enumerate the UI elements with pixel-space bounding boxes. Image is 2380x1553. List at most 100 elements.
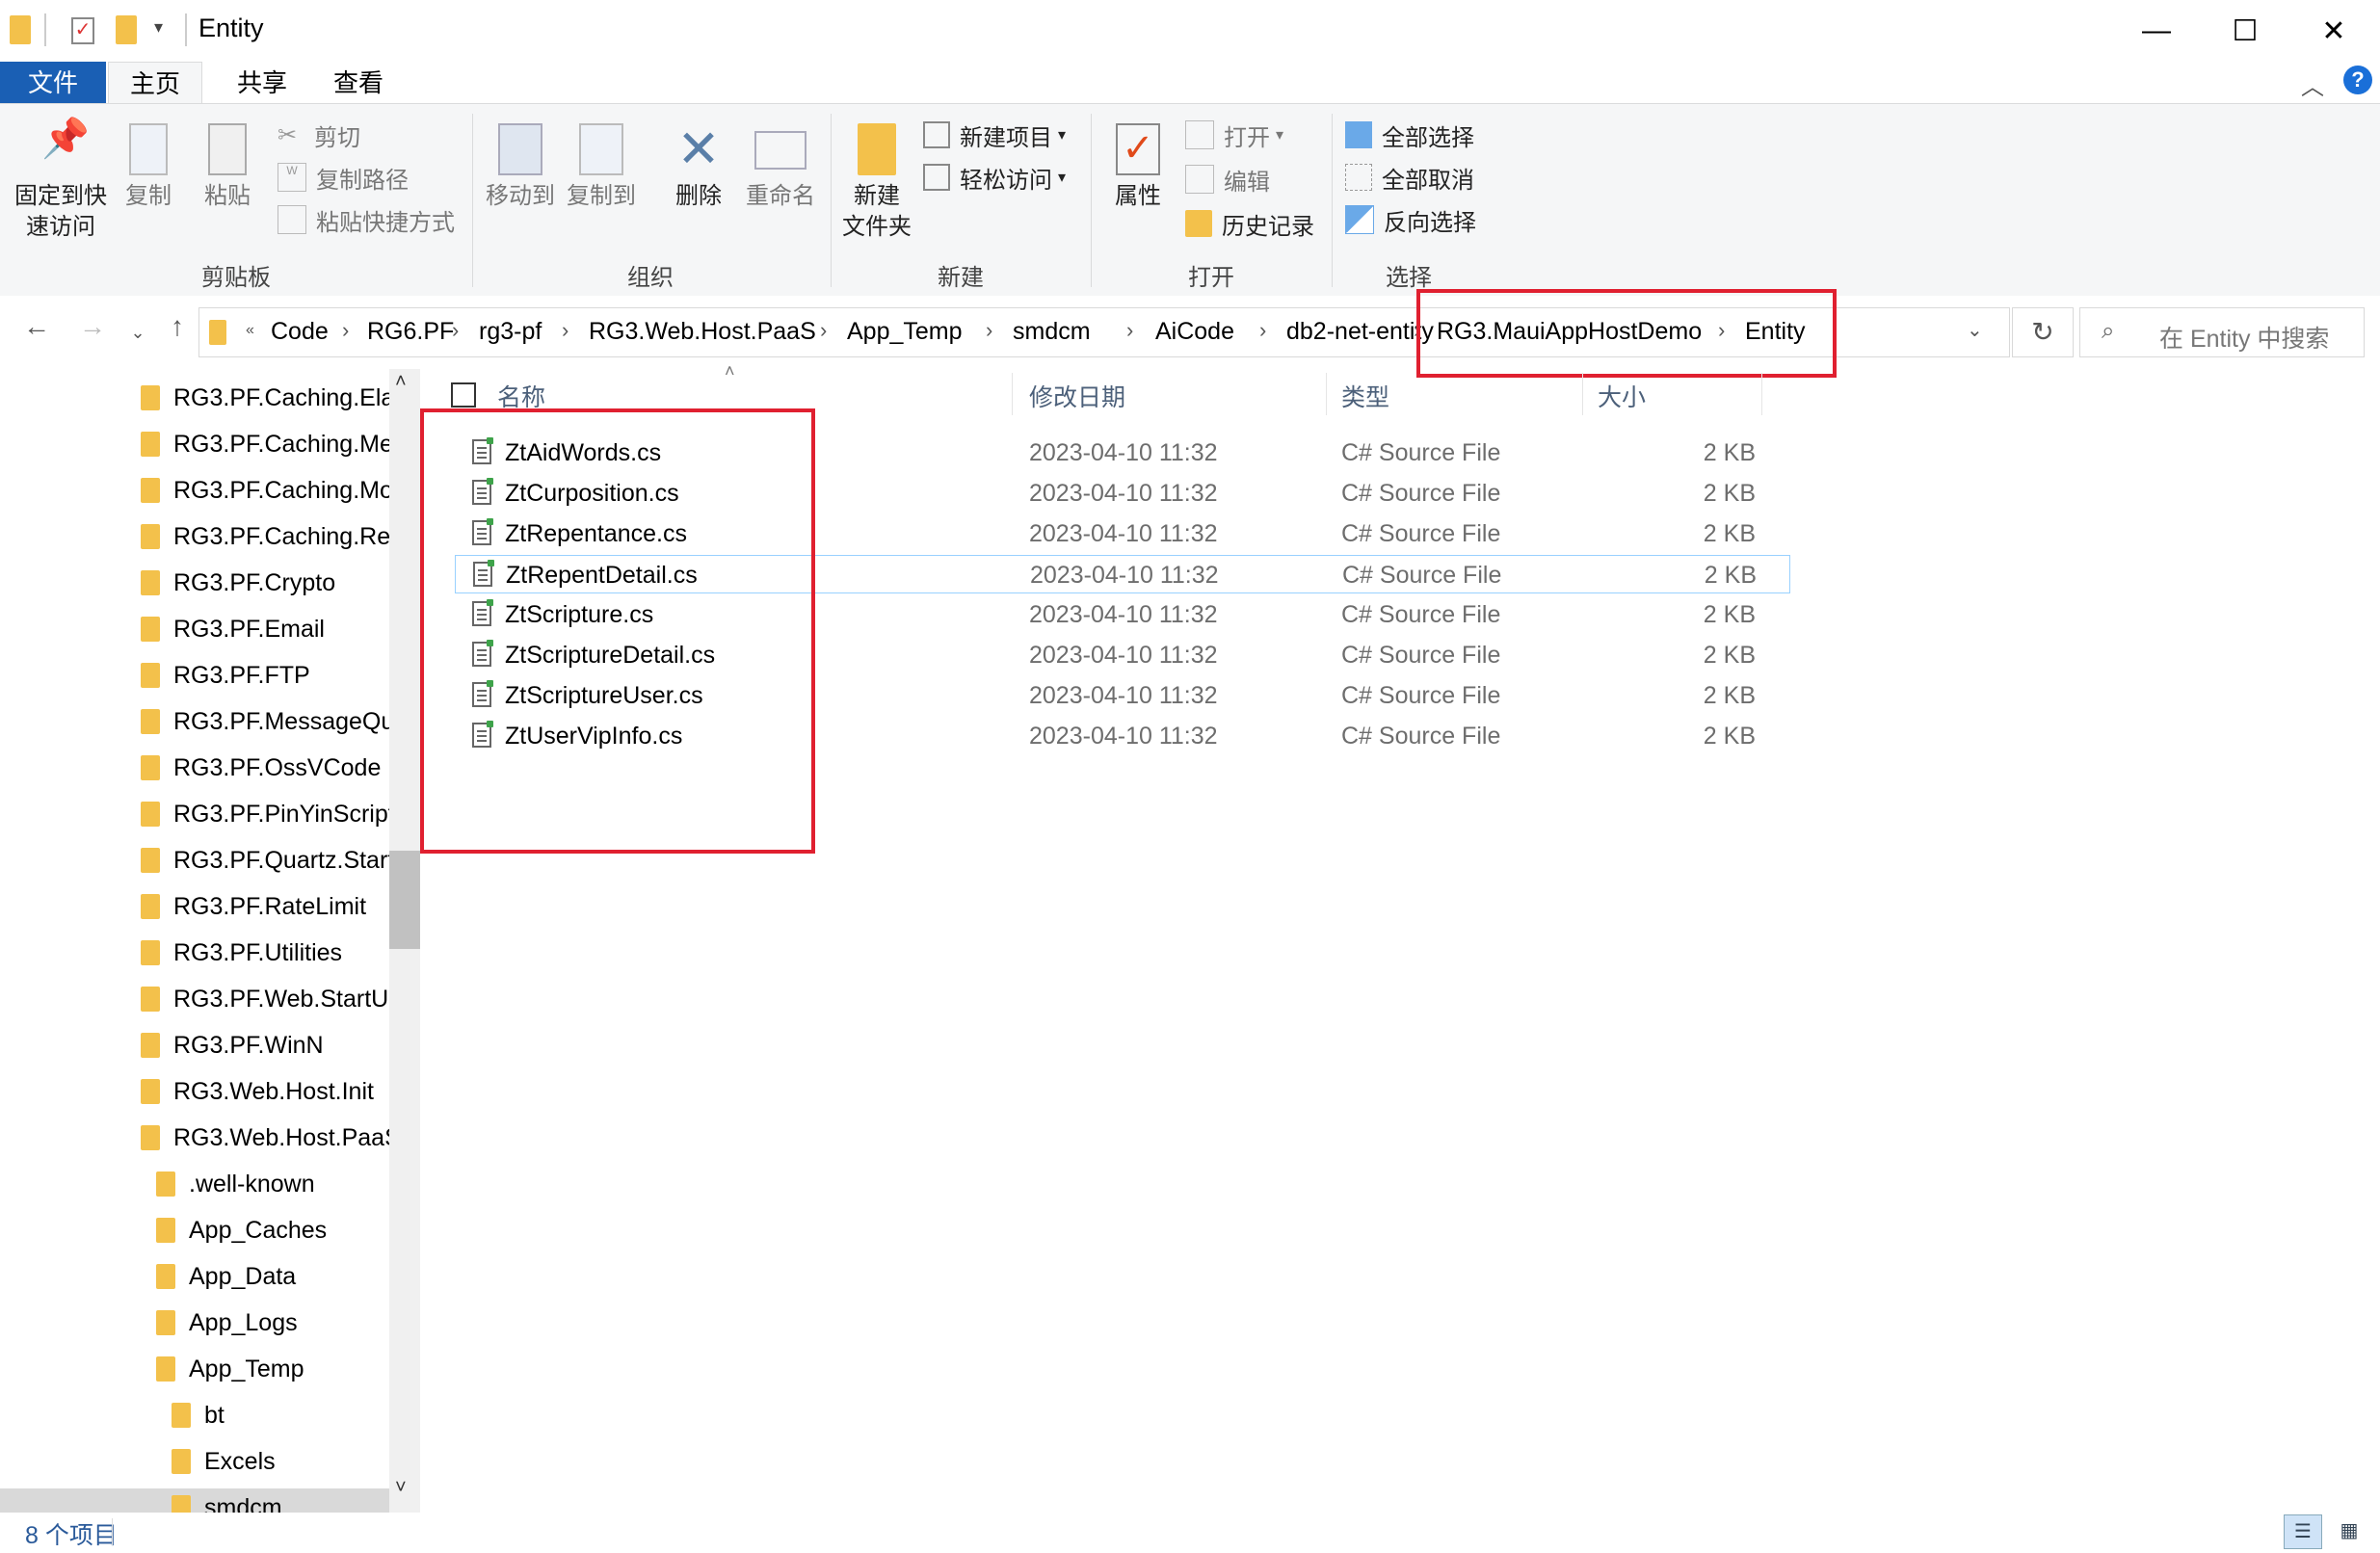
open-button[interactable]: 打开 ▾	[1185, 118, 1283, 152]
folder-icon	[156, 1171, 175, 1197]
edit-button[interactable]: 编辑	[1185, 162, 1270, 197]
tree-item[interactable]: RG3.PF.Caching.Elas	[0, 379, 407, 417]
column-header-type[interactable]: 类型	[1341, 379, 1389, 413]
tab-home[interactable]: 主页	[108, 62, 202, 105]
tree-item[interactable]: smdcm	[0, 1488, 389, 1513]
history-button[interactable]: 历史记录	[1185, 206, 1314, 241]
folder-icon	[141, 478, 160, 503]
tree-item-label: RG3.Web.Host.Init	[173, 1077, 374, 1105]
select-all-checkbox[interactable]	[451, 382, 476, 408]
new-folder-quick-icon[interactable]	[116, 15, 137, 44]
tree-item[interactable]: RG3.PF.RateLimit	[0, 887, 389, 926]
tree-item[interactable]: bt	[0, 1396, 389, 1435]
tree-item[interactable]: App_Data	[0, 1257, 389, 1296]
invert-selection-button[interactable]: 反向选择	[1345, 202, 1476, 237]
easy-access-button[interactable]: 轻松访问 ▾	[923, 160, 1066, 195]
tree-item[interactable]: Excels	[0, 1442, 389, 1481]
select-all-button[interactable]: 全部选择	[1345, 118, 1474, 152]
move-to-button[interactable]: 移动到	[482, 123, 559, 212]
breadcrumb-rg3pf[interactable]: rg3-pf	[479, 318, 542, 346]
open-label: 打开	[1224, 124, 1270, 151]
column-header-date[interactable]: 修改日期	[1029, 379, 1125, 413]
tree-item-label: RG3.PF.RateLimit	[173, 892, 367, 920]
large-icons-view-icon[interactable]: ▦	[2330, 1514, 2368, 1549]
close-button[interactable]: ✕	[2289, 0, 2378, 62]
chevron-right-icon[interactable]: ›	[342, 318, 349, 343]
chevron-right-icon[interactable]: ›	[562, 318, 569, 343]
folder-icon	[156, 1310, 175, 1335]
properties-quick-icon[interactable]: ✓	[71, 17, 94, 44]
select-none-button[interactable]: 全部取消	[1345, 160, 1474, 195]
tree-item[interactable]: RG3.PF.OssVCode	[0, 749, 389, 787]
cut-button[interactable]: ✂ 剪切	[278, 118, 360, 152]
column-divider[interactable]	[1761, 373, 1762, 415]
tree-item[interactable]: RG3.PF.MessageQu	[0, 702, 394, 741]
tree-item[interactable]: RG3.PF.Web.StartUs	[0, 980, 401, 1018]
scroll-up-icon[interactable]: ˄	[395, 371, 407, 393]
breadcrumb-apptemp[interactable]: App_Temp	[847, 318, 963, 346]
tab-file[interactable]: 文件	[0, 62, 106, 104]
copy-button[interactable]: 复制	[119, 123, 177, 212]
delete-button[interactable]: ✕ 删除	[665, 123, 732, 212]
overflow-icon[interactable]: «	[246, 322, 254, 339]
search-box[interactable]: ⌕ 在 Entity 中搜索	[2079, 307, 2365, 357]
forward-arrow-icon[interactable]: →	[73, 311, 112, 354]
tree-item[interactable]: RG3.PF.PinYinScript	[0, 795, 395, 833]
copy-to-button[interactable]: 复制到	[563, 123, 640, 212]
customize-quick-access-icon[interactable]: ▾	[154, 17, 163, 38]
paste-shortcut-button[interactable]: 粘贴快捷方式	[278, 202, 455, 237]
recent-locations-icon[interactable]: ⌄	[123, 311, 152, 354]
breadcrumb-smdcm[interactable]: smdcm	[1013, 318, 1091, 346]
up-arrow-icon[interactable]: ↑	[160, 311, 195, 354]
tab-view[interactable]: 查看	[310, 62, 407, 104]
breadcrumb-aicode[interactable]: AiCode	[1155, 318, 1234, 346]
new-item-button[interactable]: 新建项目 ▾	[923, 118, 1066, 152]
tree-item[interactable]: App_Logs	[0, 1303, 389, 1342]
tree-item[interactable]: RG3.Web.Host.Init	[0, 1072, 389, 1111]
chevron-right-icon[interactable]: ›	[1126, 318, 1133, 343]
scroll-down-icon[interactable]: ˅	[395, 1477, 407, 1499]
chevron-right-icon[interactable]: ›	[452, 318, 459, 343]
tree-item[interactable]: RG3.PF.Caching.Me	[0, 425, 393, 463]
tree-item[interactable]: RG3.PF.Email	[0, 610, 389, 648]
breadcrumb-db2[interactable]: db2-net-entity	[1286, 318, 1434, 346]
new-folder-button[interactable]: 新建 文件夹	[838, 123, 915, 243]
rename-button[interactable]: 重命名	[742, 123, 819, 212]
properties-button[interactable]: ✓ 属性	[1104, 123, 1172, 212]
tree-item[interactable]: App_Caches	[0, 1211, 389, 1250]
tree-item[interactable]: RG3.PF.Utilities	[0, 934, 389, 972]
column-divider[interactable]	[1326, 373, 1327, 415]
minimize-button[interactable]: —	[2112, 0, 2201, 62]
tree-item[interactable]: .well-known	[0, 1165, 389, 1203]
pin-to-quick-access-button[interactable]: 📌 固定到快 速访问	[8, 119, 114, 243]
details-view-icon[interactable]: ☰	[2284, 1514, 2322, 1549]
tree-item[interactable]: App_Temp	[0, 1350, 389, 1388]
collapse-ribbon-icon[interactable]: ︿	[2301, 67, 2324, 101]
tree-item[interactable]: RG3.PF.Caching.Mo	[0, 471, 393, 510]
help-icon[interactable]: ?	[2343, 66, 2372, 94]
tree-item[interactable]: RG3.PF.Caching.Rec	[0, 517, 403, 556]
tree-item[interactable]: RG3.PF.WinN	[0, 1026, 389, 1065]
tree-scrollbar-thumb[interactable]	[389, 851, 420, 949]
paste-button[interactable]: 粘贴	[198, 123, 256, 212]
chevron-right-icon[interactable]: ›	[1259, 318, 1266, 343]
column-divider[interactable]	[1582, 373, 1583, 415]
column-header-size[interactable]: 大小	[1598, 379, 1646, 413]
breadcrumb-rg6pf[interactable]: RG6.PF	[367, 318, 454, 346]
maximize-button[interactable]: ☐	[2201, 0, 2289, 62]
tab-share[interactable]: 共享	[214, 62, 310, 104]
back-arrow-icon[interactable]: ←	[17, 311, 56, 354]
chevron-right-icon[interactable]: ›	[820, 318, 827, 343]
breadcrumb-webhost[interactable]: RG3.Web.Host.PaaS	[589, 318, 816, 346]
tree-item[interactable]: RG3.PF.Crypto	[0, 564, 389, 602]
refresh-icon[interactable]: ↻	[2012, 307, 2074, 357]
column-divider[interactable]	[1012, 373, 1013, 415]
copy-path-button[interactable]: W 复制路径	[278, 160, 409, 195]
tree-item[interactable]: RG3.Web.Host.PaaS	[0, 1119, 401, 1157]
tree-item[interactable]: RG3.PF.Quartz.Start	[0, 841, 394, 880]
tree-item[interactable]: RG3.PF.FTP	[0, 656, 389, 695]
breadcrumb-code[interactable]: Code	[271, 318, 329, 346]
chevron-right-icon[interactable]: ›	[986, 318, 992, 343]
open-icon	[1185, 120, 1214, 149]
address-dropdown-icon[interactable]: ⌄	[1967, 318, 1983, 342]
